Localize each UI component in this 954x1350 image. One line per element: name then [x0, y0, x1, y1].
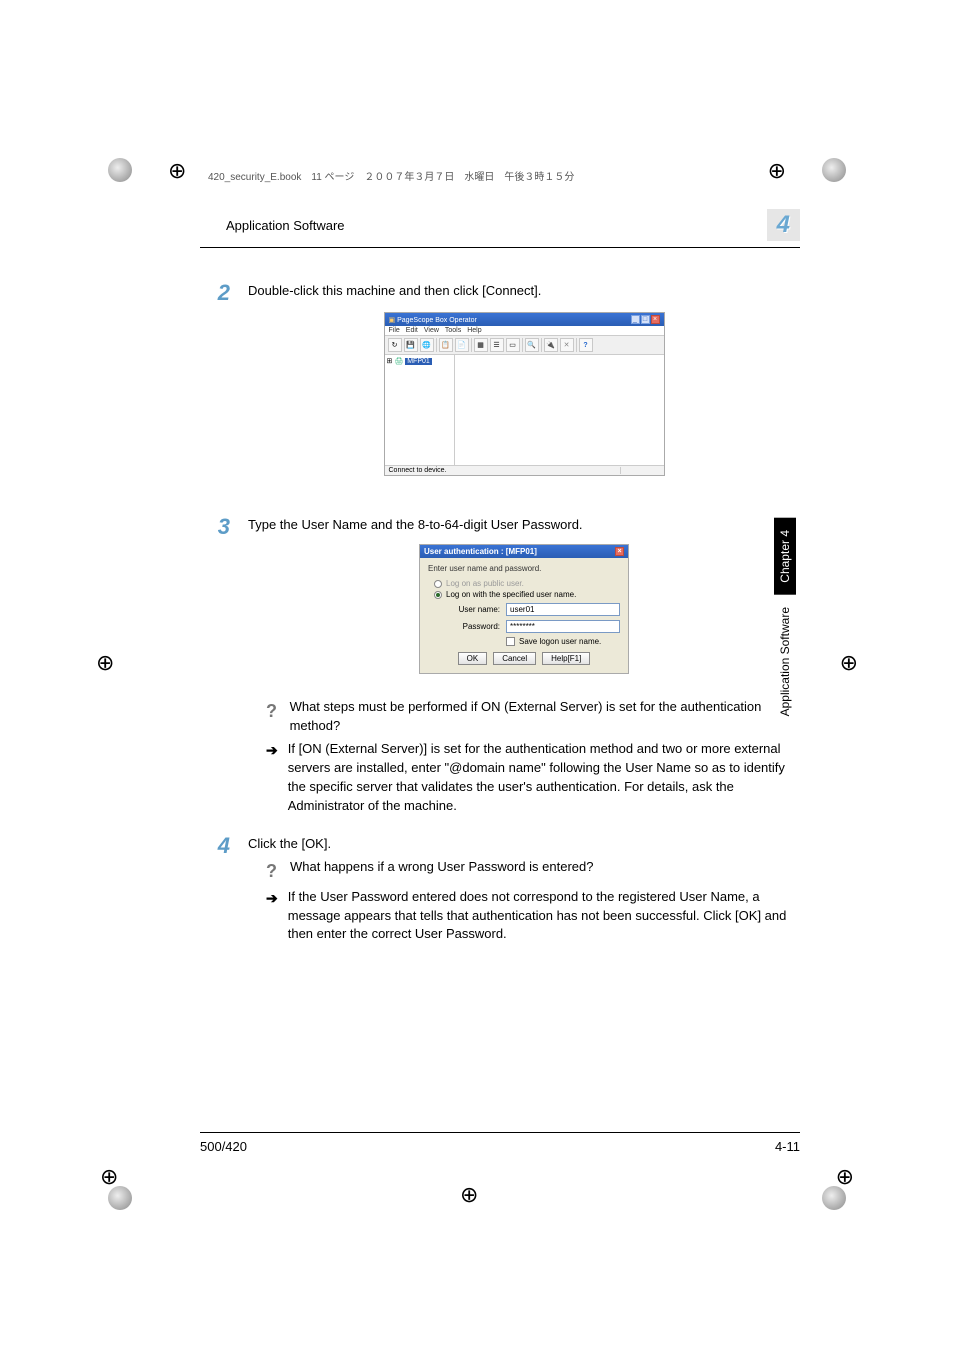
- toolbar-connect-icon[interactable]: 🔌: [544, 338, 558, 352]
- menu-tools[interactable]: Tools: [445, 327, 461, 334]
- window-max-icon[interactable]: □: [641, 315, 650, 324]
- radio-public-label: Log on as public user.: [446, 579, 524, 588]
- checkbox-save-logon[interactable]: [506, 637, 515, 646]
- toolbar-details-icon[interactable]: ▭: [506, 338, 520, 352]
- step-3-answer: If [ON (External Server)] is set for the…: [288, 740, 800, 815]
- crop-mark-icon: ⊕: [96, 650, 114, 676]
- tree-device-mfp01[interactable]: MFP01: [405, 358, 432, 365]
- cancel-button[interactable]: Cancel: [493, 652, 536, 665]
- step-3-text: Type the User Name and the 8-to-64-digit…: [248, 516, 800, 534]
- toolbar-list-icon[interactable]: ☰: [490, 338, 504, 352]
- arrow-icon: ➔: [266, 740, 278, 815]
- window-app-icon: ▣: [389, 317, 396, 324]
- input-username[interactable]: user01: [506, 603, 620, 616]
- radio-public-user: [434, 580, 442, 588]
- crop-mark-icon: ⊕: [768, 158, 786, 184]
- step-4-question: What happens if a wrong User Password is…: [290, 858, 594, 884]
- menu-view[interactable]: View: [424, 327, 439, 334]
- toolbar-paste-icon[interactable]: 📋: [439, 338, 453, 352]
- step-number-2: 2: [200, 282, 230, 304]
- question-mark-icon: ?: [266, 858, 280, 884]
- label-username: User name:: [448, 605, 500, 614]
- step-4-answer: If the User Password entered does not co…: [288, 888, 800, 945]
- window-min-icon[interactable]: _: [631, 315, 640, 324]
- window-close-icon[interactable]: ×: [651, 315, 660, 324]
- arrow-icon: ➔: [266, 888, 278, 945]
- crop-mark-icon: ⊕: [100, 1164, 118, 1190]
- toolbar-copy-icon[interactable]: 📄: [455, 338, 469, 352]
- page-title: Application Software: [226, 218, 345, 233]
- menu-file[interactable]: File: [389, 327, 400, 334]
- dialog-close-icon[interactable]: ×: [615, 547, 624, 556]
- ok-button[interactable]: OK: [458, 652, 488, 665]
- question-mark-icon: ?: [266, 698, 280, 736]
- device-icon: 🖨: [394, 358, 403, 365]
- toolbar-preview-icon[interactable]: 🔍: [525, 338, 539, 352]
- help-button[interactable]: Help[F1]: [542, 652, 590, 665]
- step-3-question: What steps must be performed if ON (Exte…: [290, 698, 800, 736]
- menu-edit[interactable]: Edit: [406, 327, 418, 334]
- crop-mark-icon: ⊕: [168, 158, 186, 184]
- toolbar-globe-icon[interactable]: 🌐: [420, 338, 434, 352]
- crop-mark-icon: ⊕: [840, 650, 858, 676]
- toolbar-grid-icon[interactable]: ▦: [474, 338, 488, 352]
- toolbar-refresh-icon[interactable]: ↻: [388, 338, 402, 352]
- status-text: Connect to device.: [389, 467, 447, 474]
- print-mark-dot: [822, 158, 846, 182]
- print-mark-dot: [108, 158, 132, 182]
- label-password: Password:: [448, 622, 500, 631]
- crop-mark-icon: ⊕: [836, 1164, 854, 1190]
- crop-mark-icon: ⊕: [460, 1182, 478, 1208]
- footer-left: 500/420: [200, 1139, 247, 1154]
- footer-right: 4-11: [775, 1139, 800, 1154]
- screenshot-box-operator: ▣ PageScope Box Operator _ □ × File Edit…: [384, 312, 665, 476]
- radio-specified-label: Log on with the specified user name.: [446, 590, 576, 599]
- dialog-instruction: Enter user name and password.: [428, 564, 620, 573]
- dialog-title: User authentication : [MFP01]: [424, 547, 537, 556]
- radio-specified-user[interactable]: [434, 591, 442, 599]
- side-label: Application Software: [778, 607, 792, 716]
- input-password[interactable]: ********: [506, 620, 620, 633]
- step-4-text: Click the [OK].: [248, 835, 800, 853]
- step-number-4: 4: [200, 835, 230, 857]
- toolbar-help-icon[interactable]: ?: [579, 338, 593, 352]
- print-header: 420_security_E.book 11 ページ ２００７年３月７日 水曜日…: [208, 168, 574, 183]
- checkbox-save-label: Save logon user name.: [519, 637, 601, 646]
- tree-expand-icon[interactable]: ⊞: [387, 358, 393, 365]
- toolbar-save-icon[interactable]: 💾: [404, 338, 418, 352]
- chapter-number: 4: [767, 209, 800, 241]
- step-2-text: Double-click this machine and then click…: [248, 282, 800, 300]
- side-chapter-tab: Chapter 4: [774, 518, 796, 595]
- toolbar-disconnect-icon[interactable]: ✕: [560, 338, 574, 352]
- step-number-3: 3: [200, 516, 230, 538]
- screenshot-user-auth: User authentication : [MFP01] × Enter us…: [419, 544, 629, 674]
- menu-help[interactable]: Help: [467, 327, 481, 334]
- window-title: PageScope Box Operator: [397, 317, 477, 324]
